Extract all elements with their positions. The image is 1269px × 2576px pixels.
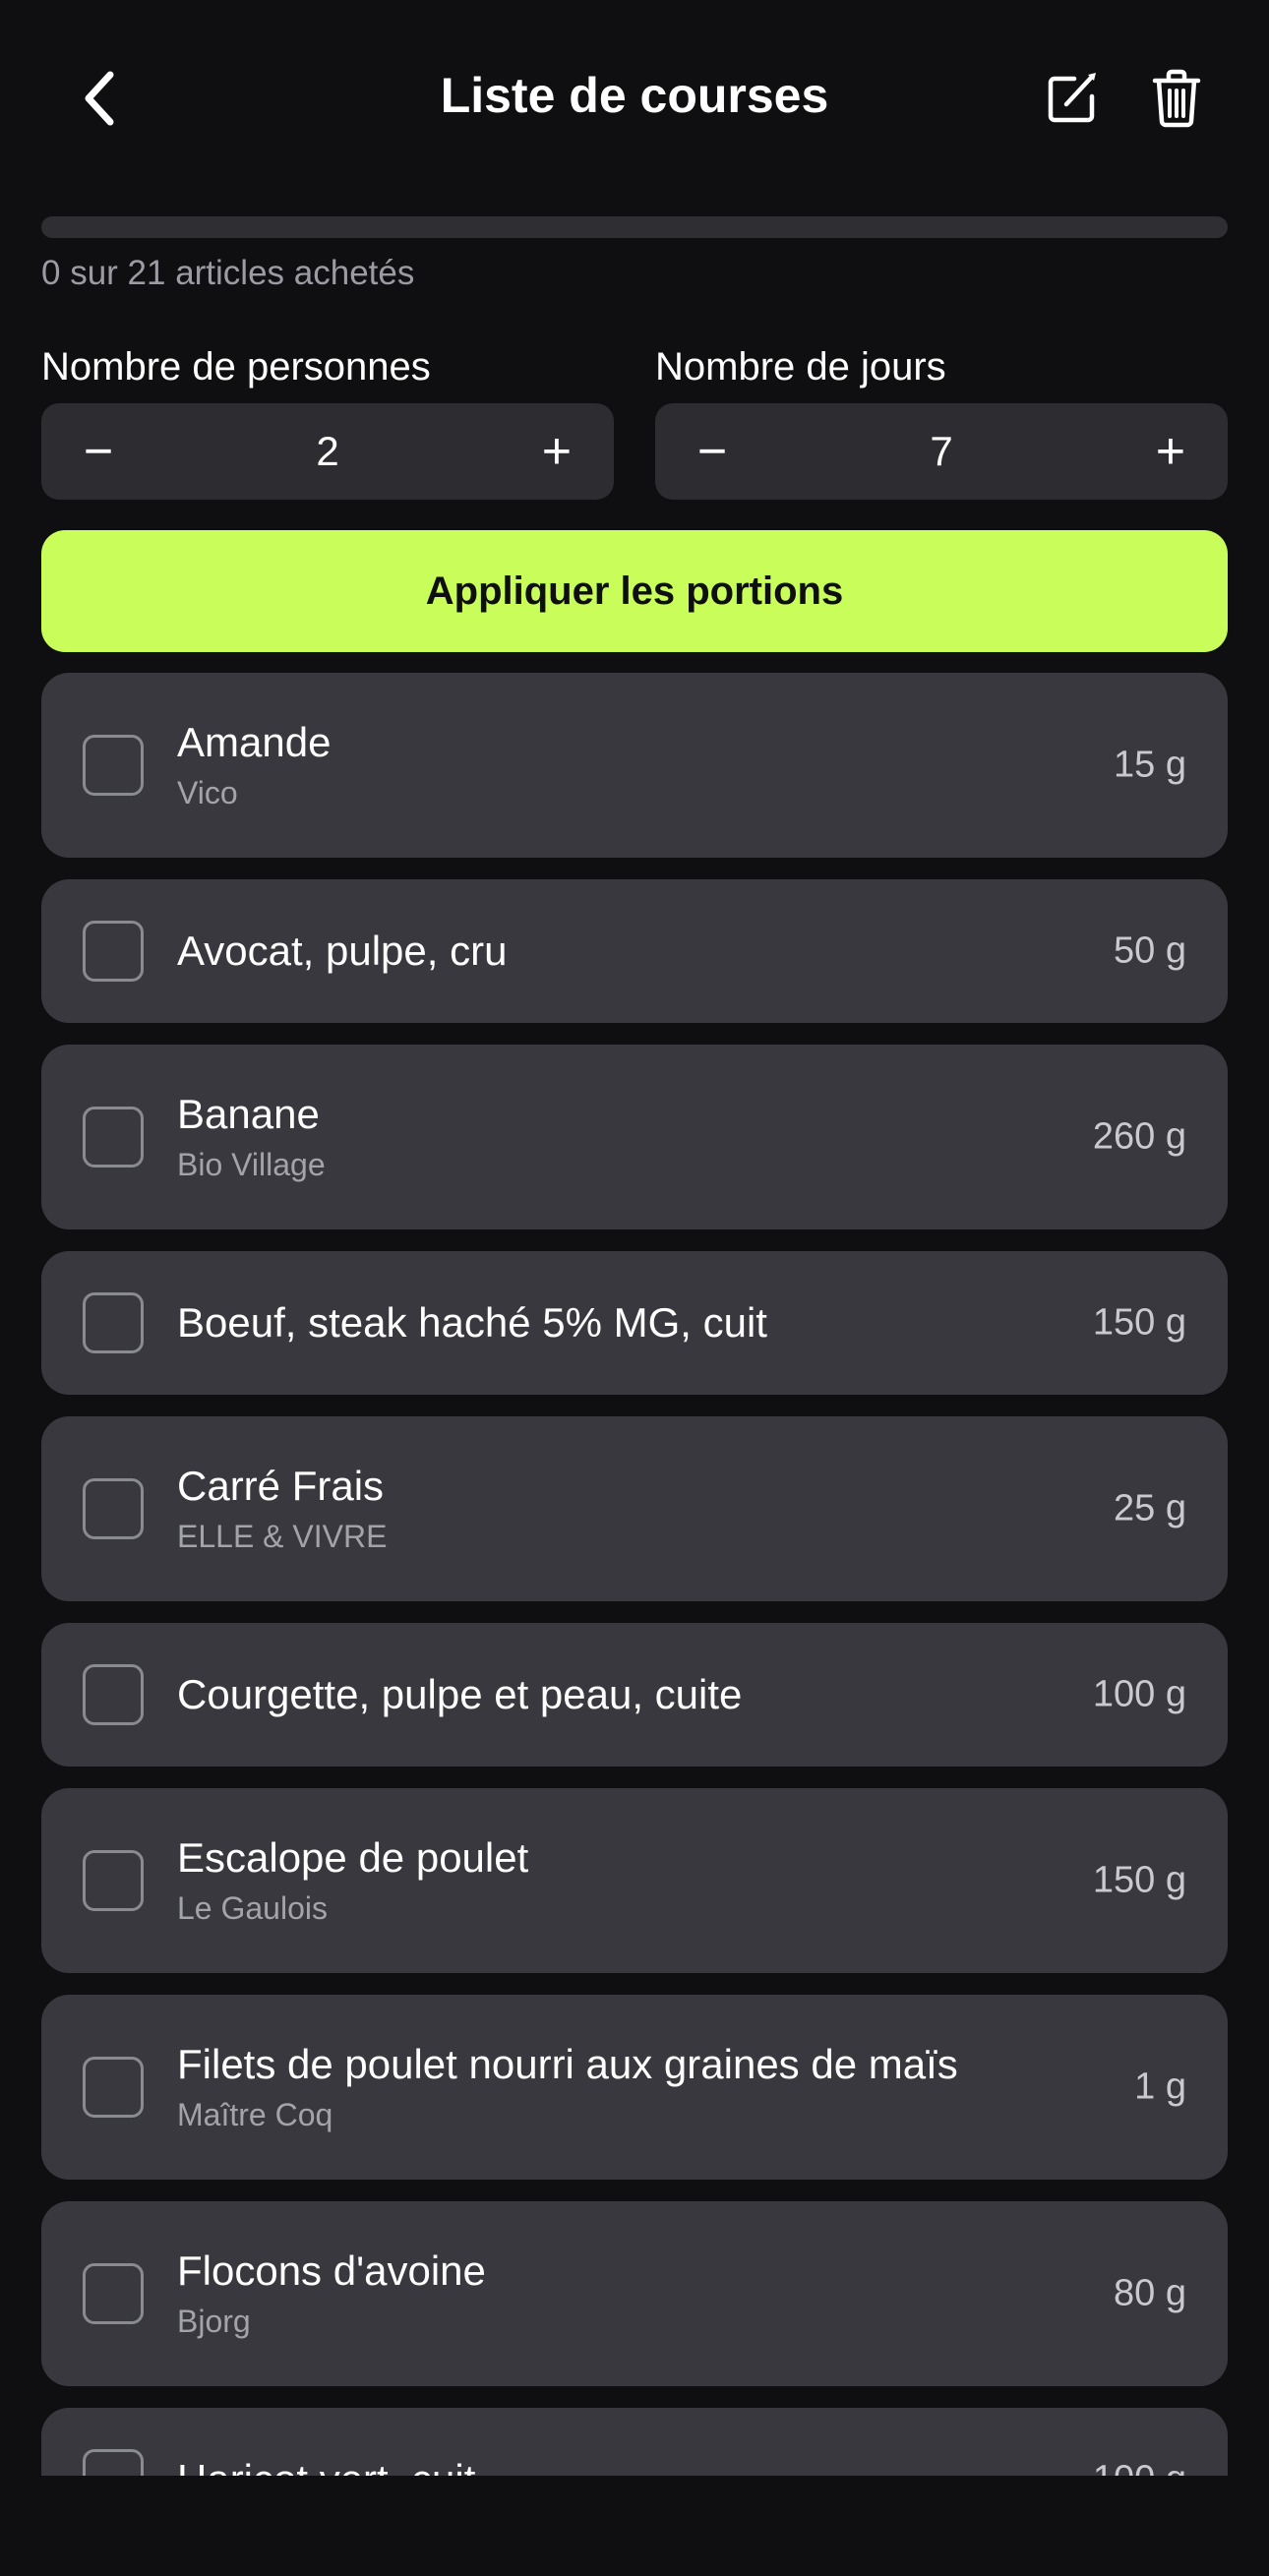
- shopping-list[interactable]: Amande Vico 15 g Avocat, pulpe, cru 50 g Bana…: [0, 673, 1269, 2476]
- list-item[interactable]: Avocat, pulpe, cru 50 g: [41, 879, 1228, 1023]
- item-quantity: 1 g: [1134, 2066, 1186, 2108]
- people-label: Nombre de personnes: [41, 345, 431, 389]
- item-name: Boeuf, steak haché 5% MG, cuit: [177, 1299, 767, 1346]
- list-item[interactable]: Filets de poulet nourri aux graines de m…: [41, 1995, 1228, 2180]
- item-name: Carré Frais: [177, 1463, 385, 1509]
- people-value: 2: [316, 428, 339, 474]
- list-item[interactable]: Carré Frais ELLE & VIVRE 25 g: [41, 1416, 1228, 1601]
- item-text: Haricot vert, cuit: [177, 2454, 1070, 2476]
- edit-icon: [1048, 73, 1096, 123]
- people-increment-button[interactable]: +: [527, 422, 586, 481]
- item-name: Banane: [177, 1091, 320, 1137]
- item-checkbox[interactable]: [83, 921, 144, 982]
- item-text: Filets de poulet nourri aux graines de m…: [177, 2039, 1070, 2135]
- item-quantity: 150 g: [1092, 1301, 1186, 1344]
- item-text: Boeuf, steak haché 5% MG, cuit: [177, 1297, 1070, 1348]
- item-brand: Le Gaulois: [177, 1890, 328, 1926]
- item-brand: Bio Village: [177, 1147, 326, 1182]
- item-name: Filets de poulet nourri aux graines de m…: [177, 2041, 958, 2087]
- item-checkbox[interactable]: [83, 2449, 144, 2476]
- item-quantity: 25 g: [1114, 1487, 1186, 1529]
- list-item[interactable]: Amande Vico 15 g: [41, 673, 1228, 858]
- progress-bar: [41, 216, 1228, 238]
- item-text: Banane Bio Village: [177, 1089, 1070, 1185]
- list-item[interactable]: Boeuf, steak haché 5% MG, cuit 150 g: [41, 1251, 1228, 1395]
- item-text: Amande Vico: [177, 717, 1070, 813]
- item-text: Carré Frais ELLE & VIVRE: [177, 1461, 1070, 1557]
- item-brand: ELLE & VIVRE: [177, 1519, 388, 1554]
- days-value: 7: [930, 428, 953, 474]
- days-increment-button[interactable]: +: [1141, 422, 1200, 481]
- people-decrement-button[interactable]: −: [69, 422, 128, 481]
- app: Liste de courses 0 sur 21 articles achet…: [0, 0, 1269, 2576]
- item-brand: Maître Coq: [177, 2097, 333, 2132]
- people-stepper-group: Nombre de personnes − 2 +: [41, 342, 614, 500]
- item-quantity: 100 g: [1092, 1673, 1186, 1715]
- days-stepper: − 7 +: [655, 403, 1228, 500]
- bottom-safe-area: [0, 2476, 1269, 2576]
- item-name: Courgette, pulpe et peau, cuite: [177, 1671, 743, 1717]
- days-decrement-button[interactable]: −: [683, 422, 742, 481]
- item-name: Avocat, pulpe, cru: [177, 928, 508, 974]
- list-item[interactable]: Courgette, pulpe et peau, cuite 100 g: [41, 1623, 1228, 1767]
- item-checkbox[interactable]: [83, 1107, 144, 1168]
- item-checkbox[interactable]: [83, 1664, 144, 1725]
- item-brand: Vico: [177, 775, 238, 810]
- item-checkbox[interactable]: [83, 2263, 144, 2324]
- item-quantity: 150 g: [1092, 1859, 1186, 1901]
- item-checkbox[interactable]: [83, 1850, 144, 1911]
- item-quantity: 15 g: [1114, 744, 1186, 786]
- item-checkbox[interactable]: [83, 735, 144, 796]
- apply-portions-button[interactable]: Appliquer les portions: [41, 530, 1228, 652]
- item-quantity: 80 g: [1114, 2272, 1186, 2314]
- days-stepper-group: Nombre de jours − 7 +: [655, 342, 1228, 500]
- shopping-list-items: Amande Vico 15 g Avocat, pulpe, cru 50 g Bana…: [41, 673, 1228, 2476]
- item-quantity: 100 g: [1093, 2459, 1186, 2477]
- item-name: Amande: [177, 719, 332, 765]
- item-quantity: 260 g: [1092, 1115, 1186, 1158]
- list-item[interactable]: Flocons d'avoine Bjorg 80 g: [41, 2201, 1228, 2386]
- people-stepper: − 2 +: [41, 403, 614, 500]
- item-checkbox[interactable]: [83, 2057, 144, 2118]
- item-checkbox[interactable]: [83, 1478, 144, 1539]
- trash-icon: [1152, 69, 1201, 128]
- header: Liste de courses: [0, 39, 1269, 157]
- list-item[interactable]: Haricot vert, cuit 100 g: [41, 2408, 1228, 2476]
- list-item[interactable]: Escalope de poulet Le Gaulois 150 g: [41, 1788, 1228, 1973]
- item-name: Haricot vert, cuit: [177, 2454, 1070, 2476]
- item-name: Escalope de poulet: [177, 1834, 529, 1881]
- progress-text: 0 sur 21 articles achetés: [41, 254, 415, 292]
- days-label: Nombre de jours: [655, 345, 946, 389]
- item-text: Courgette, pulpe et peau, cuite: [177, 1669, 1070, 1720]
- item-text: Escalope de poulet Le Gaulois: [177, 1832, 1070, 1929]
- item-text: Flocons d'avoine Bjorg: [177, 2246, 1070, 2342]
- item-text: Avocat, pulpe, cru: [177, 926, 1070, 977]
- item-name: Flocons d'avoine: [177, 2247, 486, 2294]
- item-quantity: 50 g: [1114, 929, 1186, 972]
- delete-button[interactable]: [1137, 59, 1216, 138]
- item-checkbox[interactable]: [83, 1292, 144, 1353]
- list-item[interactable]: Banane Bio Village 260 g: [41, 1045, 1228, 1229]
- edit-button[interactable]: [1033, 59, 1112, 138]
- item-brand: Bjorg: [177, 2304, 251, 2339]
